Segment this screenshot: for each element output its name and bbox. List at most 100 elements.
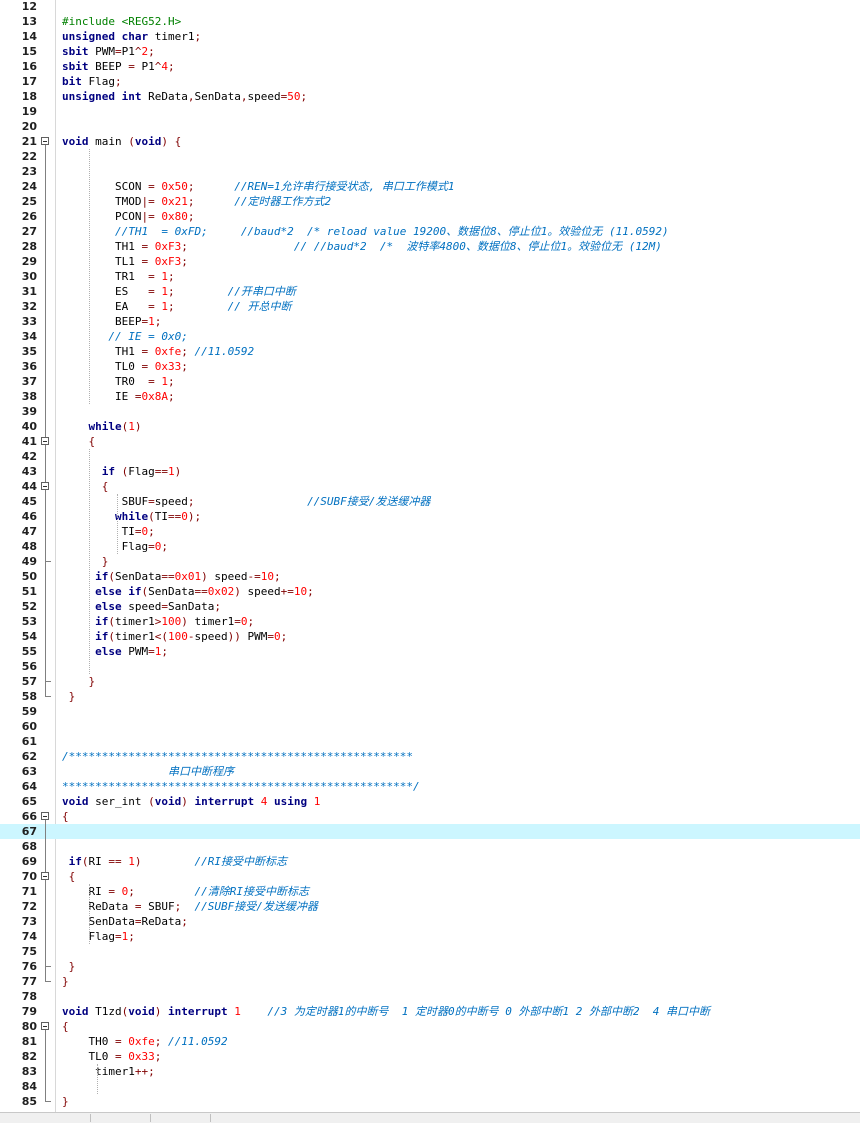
code-line[interactable]: 18 unsigned int ReData,SenData,speed=50; (0, 89, 860, 104)
code-line[interactable]: 16 sbit BEEP = P1^4; (0, 59, 860, 74)
code-text[interactable]: //TH1 = 0xFD; //baud*2 /* reload value 1… (62, 224, 669, 239)
code-text[interactable]: } (62, 674, 96, 689)
code-line[interactable]: 36 TL0 = 0x33; (0, 359, 860, 374)
code-line[interactable]: 33 BEEP=1; (0, 314, 860, 329)
code-text[interactable]: { (62, 479, 109, 494)
code-line[interactable]: 24 SCON = 0x50; //REN=1允许串行接受状态, 串口工作模式1 (0, 179, 860, 194)
code-line[interactable]: 32 EA = 1; // 开总中断 (0, 299, 860, 314)
code-line[interactable]: 66 { (0, 809, 860, 824)
code-line[interactable]: 30 TR1 = 1; (0, 269, 860, 284)
code-line[interactable]: 14 unsigned char timer1; (0, 29, 860, 44)
code-line[interactable]: 81 TH0 = 0xfe; //11.0592 (0, 1034, 860, 1049)
code-line[interactable]: 61 (0, 734, 860, 749)
code-line[interactable]: 13 #include <REG52.H> (0, 14, 860, 29)
code-text[interactable]: TR1 = 1; (62, 269, 175, 284)
code-line[interactable]: 73 SenData=ReData; (0, 914, 860, 929)
code-text[interactable]: PCON|= 0x80; (62, 209, 195, 224)
code-text[interactable]: ReData = SBUF; //SUBF接受/发送缓冲器 (62, 899, 317, 914)
code-line[interactable]: 20 (0, 119, 860, 134)
code-line[interactable]: 84 (0, 1079, 860, 1094)
code-line[interactable]: 47 TI=0; (0, 524, 860, 539)
code-line[interactable]: 56 (0, 659, 860, 674)
code-line[interactable]: 23 (0, 164, 860, 179)
code-text[interactable]: void main (void) { (62, 134, 181, 149)
code-line[interactable]: 85} (0, 1094, 860, 1109)
code-line[interactable]: 26 PCON|= 0x80; (0, 209, 860, 224)
code-text[interactable]: else speed=SanData; (62, 599, 221, 614)
code-text[interactable]: void T1zd(void) interrupt 1 //3 为定时器1的中断… (62, 1004, 710, 1019)
code-text[interactable]: TL0 = 0x33; (62, 359, 188, 374)
fold-toggle-icon[interactable] (41, 482, 49, 490)
code-text[interactable]: Flag=0; (62, 539, 168, 554)
code-text[interactable]: else PWM=1; (62, 644, 168, 659)
code-text[interactable]: } (62, 554, 109, 569)
code-text[interactable]: } (62, 689, 76, 704)
code-text[interactable]: RI = 0; //清除RI接受中断标志 (62, 884, 308, 899)
code-text[interactable]: if(timer1>100) timer1=0; (62, 614, 254, 629)
code-line[interactable]: 69 if(RI == 1) //RI接受中断标志 (0, 854, 860, 869)
code-line[interactable]: 28 TH1 = 0xF3; // //baud*2 /* 波特率4800、数据… (0, 239, 860, 254)
code-editor[interactable]: 12 13 #include <REG52.H> 14 unsigned char ti… (0, 0, 860, 1112)
code-line[interactable]: 45 SBUF=speed; //SUBF接受/发送缓冲器 (0, 494, 860, 509)
code-text[interactable]: IE =0x8A; (62, 389, 175, 404)
code-line[interactable]: 34 // IE = 0x0; (0, 329, 860, 344)
code-line[interactable]: 17 bit Flag; (0, 74, 860, 89)
fold-toggle-icon[interactable] (41, 137, 49, 145)
code-text[interactable]: TL0 = 0x33; (62, 1049, 161, 1064)
code-line[interactable]: 44 { (0, 479, 860, 494)
code-line[interactable]: 52 else speed=SanData; (0, 599, 860, 614)
code-line[interactable]: 27 //TH1 = 0xFD; //baud*2 /* reload valu… (0, 224, 860, 239)
fold-toggle-icon[interactable] (41, 437, 49, 445)
code-text[interactable]: unsigned int ReData,SenData,speed=50; (62, 89, 307, 104)
code-line[interactable]: 43 if (Flag==1) (0, 464, 860, 479)
code-text[interactable]: if(SenData==0x01) speed-=10; (62, 569, 280, 584)
code-line[interactable]: 35 TH1 = 0xfe; //11.0592 (0, 344, 860, 359)
code-line[interactable]: 57 } (0, 674, 860, 689)
code-text[interactable]: while(1) (62, 419, 142, 434)
code-text[interactable]: SenData=ReData; (62, 914, 187, 929)
code-line[interactable]: 48 Flag=0; (0, 539, 860, 554)
code-line[interactable]: 79 void T1zd(void) interrupt 1 //3 为定时器1的… (0, 1004, 860, 1019)
code-text[interactable]: bit Flag; (62, 74, 122, 89)
code-line[interactable]: 77} (0, 974, 860, 989)
code-text[interactable]: TL1 = 0xF3; (62, 254, 188, 269)
code-text[interactable]: TR0 = 1; (62, 374, 175, 389)
code-line[interactable]: 65 void ser_int (void) interrupt 4 using … (0, 794, 860, 809)
code-text[interactable]: BEEP=1; (62, 314, 161, 329)
code-text[interactable]: { (62, 809, 69, 824)
code-text[interactable]: TH1 = 0xfe; //11.0592 (62, 344, 254, 359)
code-line[interactable]: 67 (0, 824, 860, 839)
code-line[interactable]: 50 if(SenData==0x01) speed-=10; (0, 569, 860, 584)
code-text[interactable]: TH1 = 0xF3; // //baud*2 /* 波特率4800、数据位8、… (62, 239, 662, 254)
code-line[interactable]: 55 else PWM=1; (0, 644, 860, 659)
code-line[interactable]: 60 (0, 719, 860, 734)
code-line[interactable]: 75 (0, 944, 860, 959)
code-text[interactable]: if(RI == 1) //RI接受中断标志 (62, 854, 287, 869)
code-text[interactable]: SCON = 0x50; //REN=1允许串行接受状态, 串口工作模式1 (62, 179, 454, 194)
code-text[interactable]: } (62, 959, 76, 974)
code-line[interactable]: 41 { (0, 434, 860, 449)
code-line[interactable]: 15 sbit PWM=P1^2; (0, 44, 860, 59)
code-text[interactable]: { (62, 869, 76, 884)
code-text[interactable]: } (62, 974, 69, 989)
code-text[interactable]: timer1++; (62, 1064, 155, 1079)
code-text[interactable]: else if(SenData==0x02) speed+=10; (62, 584, 314, 599)
code-line[interactable]: 59 (0, 704, 860, 719)
code-line[interactable]: 54 if(timer1<(100-speed)) PWM=0; (0, 629, 860, 644)
code-line[interactable]: 51 else if(SenData==0x02) speed+=10; (0, 584, 860, 599)
code-line[interactable]: 29 TL1 = 0xF3; (0, 254, 860, 269)
code-text[interactable]: sbit BEEP = P1^4; (62, 59, 175, 74)
fold-toggle-icon[interactable] (41, 872, 49, 880)
code-text[interactable]: TMOD|= 0x21; //定时器工作方式2 (62, 194, 331, 209)
code-text[interactable]: Flag=1; (62, 929, 134, 944)
code-line[interactable]: 71 RI = 0; //清除RI接受中断标志 (0, 884, 860, 899)
code-text[interactable]: unsigned char timer1; (62, 29, 201, 44)
code-line[interactable]: 19 (0, 104, 860, 119)
code-line[interactable]: 63 串口中断程序 (0, 764, 860, 779)
code-line[interactable]: 31 ES = 1; //开串口中断 (0, 284, 860, 299)
code-line[interactable]: 49 } (0, 554, 860, 569)
code-text[interactable]: TI=0; (62, 524, 155, 539)
code-line[interactable]: 46 while(TI==0); (0, 509, 860, 524)
code-line[interactable]: 25 TMOD|= 0x21; //定时器工作方式2 (0, 194, 860, 209)
code-text[interactable]: EA = 1; // 开总中断 (62, 299, 291, 314)
